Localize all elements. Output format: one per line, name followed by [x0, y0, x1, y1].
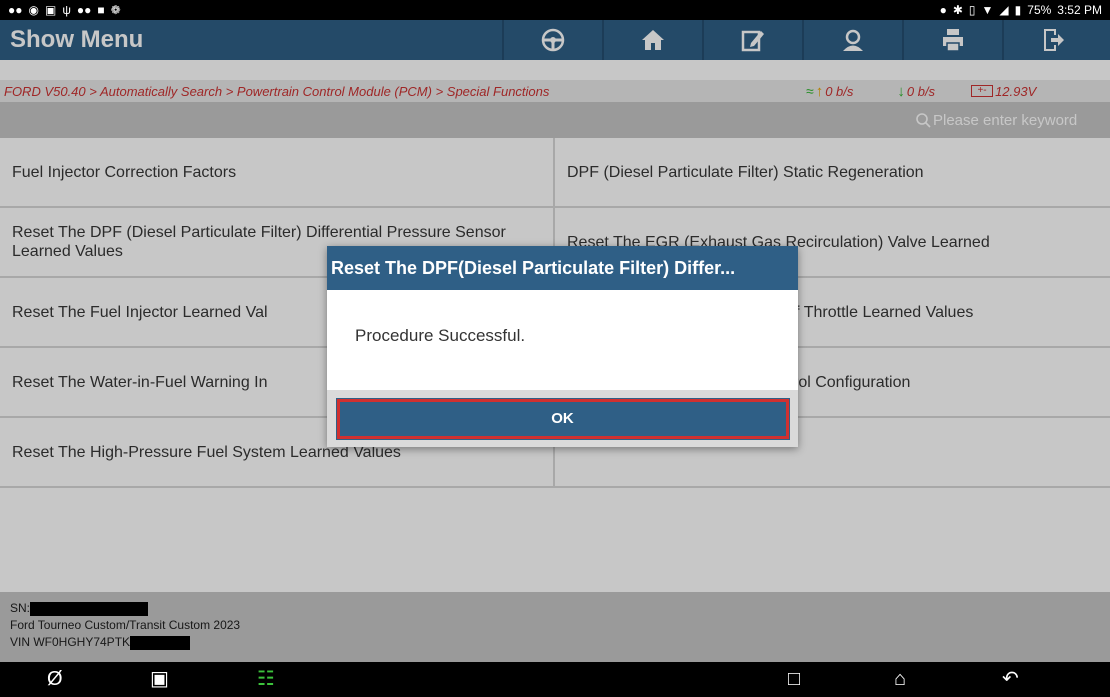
android-status-bar: ●● ◉ ▣ ψ ●● ■ ❁ ● ✱ ▯ ▼ ◢ ▮ 75% 3:52 PM — [0, 0, 1110, 20]
app-icon: ◉ — [28, 3, 39, 17]
battery-icon: ▮ — [1014, 3, 1022, 17]
video-icon: ■ — [97, 3, 105, 17]
dialog-title: Reset The DPF(Diesel Particulate Filter)… — [327, 246, 798, 290]
dialog-message: Procedure Successful. — [355, 326, 526, 345]
ok-button[interactable]: OK — [335, 397, 790, 440]
vci-icon[interactable]: ☷ — [257, 667, 275, 691]
screen: ●● ◉ ▣ ψ ●● ■ ❁ ● ✱ ▯ ▼ ◢ ▮ 75% 3:52 PM … — [0, 0, 1110, 697]
dialog-footer: OK — [327, 390, 798, 447]
signal-icon: ◢ — [999, 3, 1009, 17]
android-nav-bar: Ø ▣ ☷ □ ⌂ ↶ — [0, 662, 1110, 697]
link-icon: ●● — [76, 3, 92, 17]
notification-icons: ●● ◉ ▣ ψ ●● ■ ❁ — [8, 4, 121, 16]
result-dialog: Reset The DPF(Diesel Particulate Filter)… — [327, 246, 798, 447]
system-icons: ● ✱ ▯ ▼ ◢ ▮ 75% 3:52 PM — [940, 3, 1102, 17]
link-icon: ●● — [8, 3, 23, 17]
vibrate-icon: ▯ — [968, 3, 976, 17]
back-icon[interactable]: ↶ — [1002, 667, 1019, 691]
battery-percent: 75% — [1027, 3, 1052, 17]
image-icon: ▣ — [44, 3, 57, 17]
gallery-icon[interactable]: ▣ — [150, 667, 169, 691]
settings-icon: ❁ — [110, 3, 121, 17]
location-icon: ● — [939, 3, 947, 17]
wifi-icon: ▼ — [981, 3, 994, 17]
usb-icon: ψ — [62, 3, 71, 17]
home-icon[interactable]: ⌂ — [894, 667, 906, 691]
clock: 3:52 PM — [1057, 3, 1102, 17]
bluetooth-icon: ✱ — [952, 3, 963, 17]
browser-icon[interactable]: Ø — [47, 667, 63, 691]
recents-icon[interactable]: □ — [788, 667, 800, 691]
